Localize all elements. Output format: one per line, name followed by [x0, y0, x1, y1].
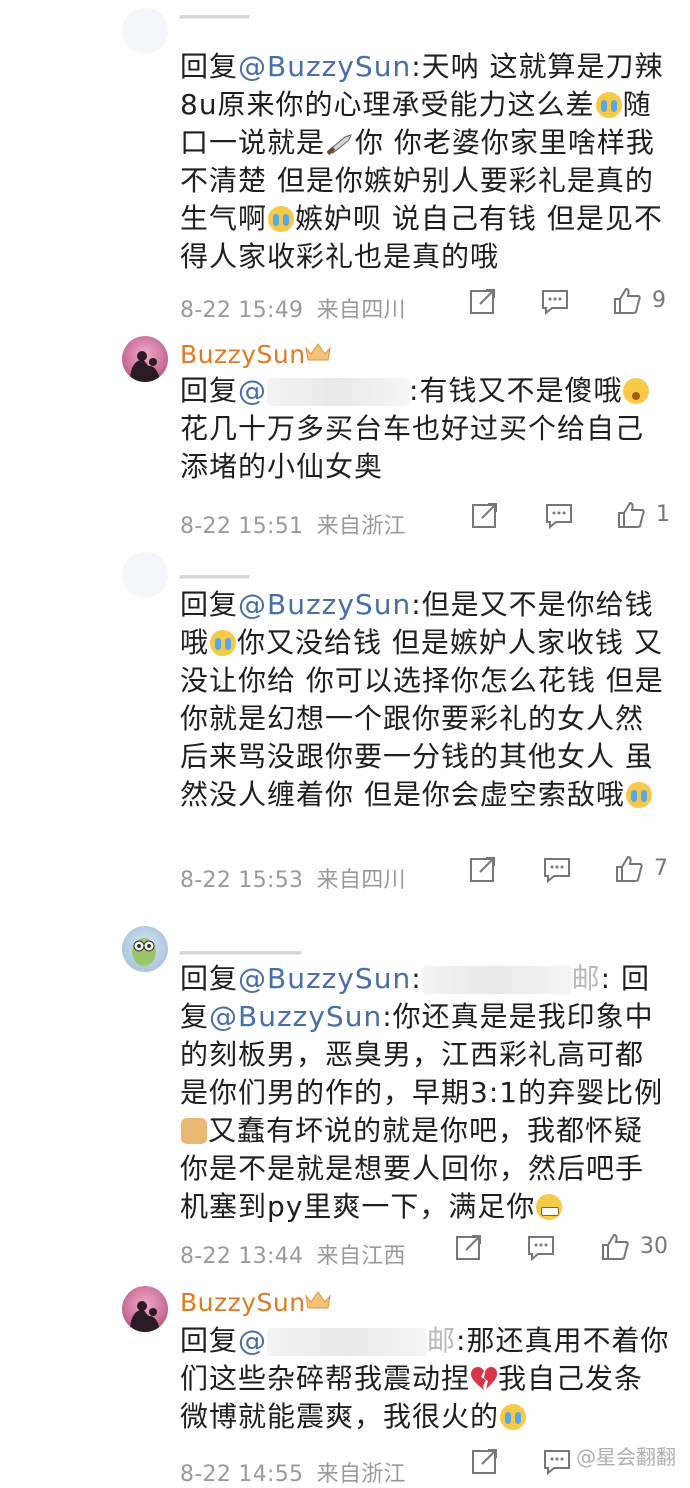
comment-text: 回复@ 邮:那还真用不着你们这些杂碎帮我震动捏 我自己发条微博就能震爽，我很火的 — [180, 1324, 670, 1433]
like-icon[interactable] — [614, 854, 644, 884]
mention-link[interactable]: @BuzzySun — [209, 1000, 382, 1033]
username-obscured[interactable]: ▁▁▁▁ — [180, 554, 250, 579]
avatar[interactable] — [122, 336, 168, 382]
comment-actions: 30 — [0, 1232, 690, 1266]
watermark: @星会翻翻 — [576, 1445, 676, 1469]
blurred-username — [421, 966, 572, 994]
username-obscured[interactable]: ▁▁▁▁▁▁▁ — [180, 930, 302, 955]
doge-emoji-icon — [181, 1118, 207, 1144]
share-icon[interactable] — [470, 1446, 500, 1476]
mention-link[interactable]: @BuzzySun — [238, 962, 411, 995]
comment-text: 回复@BuzzySun:天呐 这就算是刀辣8u原来你的心理承受能力这么差 随口一说… — [180, 50, 664, 273]
comment-actions: 9 — [0, 286, 690, 320]
comment-icon[interactable] — [540, 286, 570, 316]
comment-text: 回复@BuzzySun: 邮: 回复@BuzzySun:你还真是是我印象中的刻板男… — [180, 962, 664, 1223]
mention-link[interactable]: @BuzzySun — [238, 50, 411, 83]
crying-emoji-icon — [625, 782, 652, 808]
share-icon[interactable] — [468, 286, 498, 316]
comment-actions: 1 — [0, 500, 690, 534]
avatar[interactable] — [122, 926, 168, 972]
mention-link[interactable]: @ — [238, 374, 267, 407]
comment-icon[interactable] — [542, 1446, 572, 1476]
comment-text: 回复@BuzzySun:但是又不是你给钱哦 你又没给钱 但是嫉妒人家收钱 又没让你… — [180, 588, 664, 811]
vip-badge-icon — [305, 343, 331, 361]
crying-emoji-icon — [500, 1404, 527, 1430]
mention-link[interactable]: @BuzzySun — [238, 588, 411, 621]
avatar[interactable] — [122, 8, 168, 54]
grin-emoji-icon — [536, 1194, 563, 1220]
username[interactable]: BuzzySun — [180, 340, 306, 369]
vip-badge-icon — [305, 1291, 331, 1309]
comment-text: 回复@:有钱又不是傻哦花几十万多买台车也好过买个给自己添堵的小仙女奥 — [180, 372, 670, 486]
avatar[interactable] — [122, 552, 168, 598]
comment-icon[interactable] — [526, 1232, 556, 1262]
like-icon[interactable] — [612, 286, 642, 316]
share-icon[interactable] — [468, 854, 498, 884]
avatar[interactable] — [122, 1286, 168, 1332]
like-icon[interactable] — [600, 1232, 630, 1262]
mention-link[interactable]: @ — [238, 1324, 267, 1357]
like-count: 9 — [652, 288, 666, 313]
share-icon[interactable] — [454, 1232, 484, 1262]
blurred-username — [267, 1328, 428, 1356]
like-icon[interactable] — [616, 500, 646, 530]
like-count: 1 — [656, 502, 670, 527]
shocked-emoji-icon — [623, 378, 650, 404]
comment-icon[interactable] — [542, 854, 572, 884]
knife-emoji-icon — [326, 134, 352, 155]
like-count: 7 — [654, 856, 668, 881]
username[interactable]: BuzzySun — [180, 1288, 306, 1317]
blurred-username — [267, 378, 410, 406]
crying-emoji-icon — [595, 92, 622, 118]
crying-emoji-icon — [268, 206, 295, 232]
share-icon[interactable] — [470, 500, 500, 530]
username-obscured[interactable]: ▁▁▁▁ — [180, 0, 250, 19]
crying-emoji-icon — [210, 630, 237, 656]
like-count: 30 — [640, 1234, 668, 1259]
broken-heart-emoji-icon — [471, 1367, 498, 1390]
comment-actions: 7 — [0, 854, 690, 888]
comment-icon[interactable] — [544, 500, 574, 530]
